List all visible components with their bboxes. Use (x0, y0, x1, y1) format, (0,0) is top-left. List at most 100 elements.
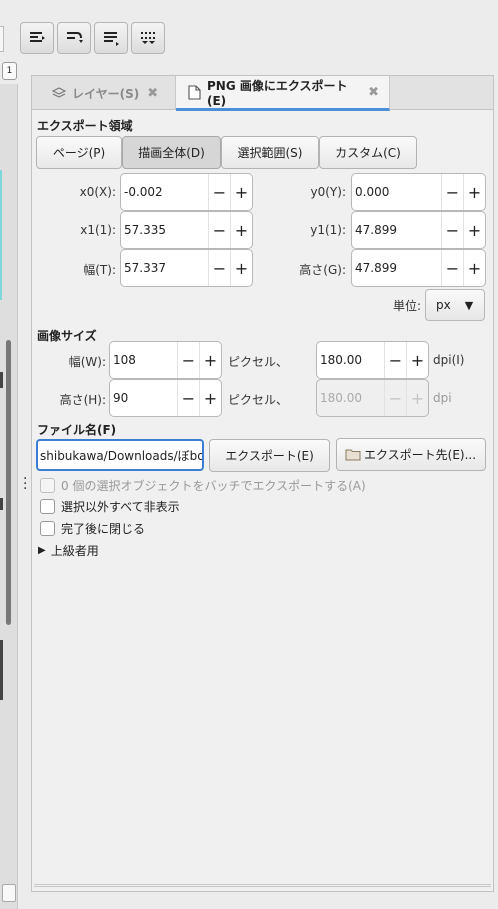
width-label: 幅(T): (83, 263, 116, 277)
plus-icon[interactable]: + (463, 212, 485, 248)
height-value[interactable]: 47.899 (352, 261, 441, 275)
checkbox-box (40, 478, 55, 493)
plus-icon[interactable]: + (406, 342, 428, 378)
panel-tabs: レイヤー(S) ✖ PNG 画像にエクスポート(E) ✖ (32, 76, 493, 111)
canvas-fragment (0, 498, 3, 510)
image-height-value[interactable]: 90 (110, 391, 177, 405)
chevron-down-icon: ▼ (464, 298, 474, 312)
image-width-label: 幅(W): (68, 355, 106, 369)
dock-tab-icon[interactable]: 1 (2, 62, 17, 80)
export-button[interactable]: エクスポート(E) (209, 439, 330, 472)
selection-button[interactable]: 選択範囲(S) (221, 136, 319, 169)
minus-icon: − (384, 380, 406, 416)
pixels-label: ピクセル、 (228, 355, 289, 369)
advanced-expander[interactable]: ▶ 上級者用 (38, 542, 99, 559)
close-icon[interactable]: ✖ (368, 85, 379, 100)
minus-icon[interactable]: − (208, 250, 230, 286)
tab-png-export[interactable]: PNG 画像にエクスポート(E) ✖ (176, 76, 390, 111)
align-right-icon[interactable] (20, 22, 54, 54)
image-width-value[interactable]: 108 (110, 353, 177, 367)
minus-icon[interactable]: − (441, 174, 463, 210)
panel-bottom-rule (34, 884, 491, 887)
y1-value[interactable]: 47.899 (352, 223, 441, 237)
unit-value: px (436, 298, 451, 312)
corner-icon[interactable] (2, 884, 16, 902)
image-height-spinbox[interactable]: 90 − + (109, 379, 222, 417)
minus-icon[interactable]: − (208, 212, 230, 248)
filename-heading: ファイル名(F) (37, 423, 117, 437)
align-grid-icon[interactable] (131, 22, 165, 54)
dpi-spinbox-disabled: 180.00 − + (316, 379, 429, 417)
plus-icon[interactable]: + (199, 380, 221, 416)
image-width-spinbox[interactable]: 108 − + (109, 341, 222, 379)
plus-icon: + (406, 380, 428, 416)
x0-label: x0(X): (79, 185, 116, 199)
checkbox-box[interactable] (40, 499, 55, 514)
batch-export-checkbox: 0 個の選択オブジェクトをバッチでエクスポートする(A) (40, 477, 366, 494)
batch-export-label: 0 個の選択オブジェクトをバッチでエクスポートする(A) (61, 479, 366, 493)
dpi-value[interactable]: 180.00 (317, 353, 384, 367)
y0-spinbox[interactable]: 0.000 − + (351, 173, 486, 211)
align-curve-icon[interactable] (57, 22, 91, 54)
x1-label: x1(1): (80, 223, 116, 237)
minus-icon[interactable]: − (384, 342, 406, 378)
y1-spinbox[interactable]: 47.899 − + (351, 211, 486, 249)
expander-arrow-icon: ▶ (38, 545, 46, 556)
x1-value[interactable]: 57.335 (121, 223, 208, 237)
image-size-heading: 画像サイズ (37, 329, 97, 343)
plus-icon[interactable]: + (230, 174, 252, 210)
minus-icon[interactable]: − (441, 212, 463, 248)
width-value[interactable]: 57.337 (121, 261, 208, 275)
left-edge-strip: 1 (0, 0, 20, 909)
plus-icon[interactable]: + (463, 174, 485, 210)
width-spinbox[interactable]: 57.337 − + (120, 249, 253, 287)
layers-icon (52, 86, 66, 100)
y0-label: y0(Y): (310, 185, 346, 199)
tab-layers-label: レイヤー(S) (72, 86, 140, 101)
dpi-spinbox[interactable]: 180.00 − + (316, 341, 429, 379)
export-area-heading: エクスポート領域 (37, 119, 133, 133)
canvas-fragment (0, 372, 3, 388)
x1-spinbox[interactable]: 57.335 − + (120, 211, 253, 249)
minus-icon[interactable]: − (208, 174, 230, 210)
collapsed-panel-edge (0, 26, 4, 52)
plus-icon[interactable]: + (230, 212, 252, 248)
close-when-done-checkbox[interactable]: 完了後に閉じる (40, 520, 145, 537)
plus-icon[interactable]: + (230, 250, 252, 286)
close-when-done-label: 完了後に閉じる (61, 522, 146, 536)
hide-all-checkbox[interactable]: 選択以外すべて非表示 (40, 498, 180, 515)
folder-icon (345, 448, 361, 461)
image-height-label: 高さ(H): (59, 393, 106, 407)
minus-icon[interactable]: − (177, 342, 199, 378)
height-spinbox[interactable]: 47.899 − + (351, 249, 486, 287)
drag-handle-icon[interactable]: · · · (23, 472, 27, 496)
tab-layers[interactable]: レイヤー(S) ✖ (32, 76, 176, 110)
filename-value: shibukawa/Downloads/ぼbox (40, 448, 204, 463)
export-as-label: エクスポート先(E)... (364, 448, 477, 462)
pixels-label: ピクセル、 (228, 393, 289, 407)
vertical-scrollbar[interactable] (6, 340, 11, 625)
y0-value[interactable]: 0.000 (352, 185, 441, 199)
minus-icon[interactable]: − (441, 250, 463, 286)
align-toolbar (20, 22, 165, 54)
x0-spinbox[interactable]: -0.002 − + (120, 173, 253, 211)
plus-icon[interactable]: + (199, 342, 221, 378)
filename-input[interactable]: shibukawa/Downloads/ぼbox (36, 439, 204, 471)
export-as-button[interactable]: エクスポート先(E)... (336, 438, 486, 471)
minus-icon[interactable]: − (177, 380, 199, 416)
page-button[interactable]: ページ(P) (36, 136, 122, 169)
unit-dropdown[interactable]: px ▼ (425, 289, 485, 321)
canvas-edge-highlight (0, 170, 2, 300)
drawing-button[interactable]: 描画全体(D) (122, 136, 221, 169)
close-icon[interactable]: ✖ (147, 86, 158, 101)
custom-button[interactable]: カスタム(C) (319, 136, 417, 169)
plus-icon[interactable]: + (463, 250, 485, 286)
dialog-panel: レイヤー(S) ✖ PNG 画像にエクスポート(E) ✖ エクスポート領域 ペー… (31, 75, 494, 892)
align-lines-icon[interactable] (94, 22, 128, 54)
dpi-value-disabled: 180.00 (320, 391, 362, 405)
tab-png-export-label: PNG 画像にエクスポート(E) (207, 78, 348, 108)
x0-value[interactable]: -0.002 (121, 185, 208, 199)
hide-all-label: 選択以外すべて非表示 (61, 500, 180, 514)
checkbox-box[interactable] (40, 521, 55, 536)
document-icon (188, 84, 201, 100)
